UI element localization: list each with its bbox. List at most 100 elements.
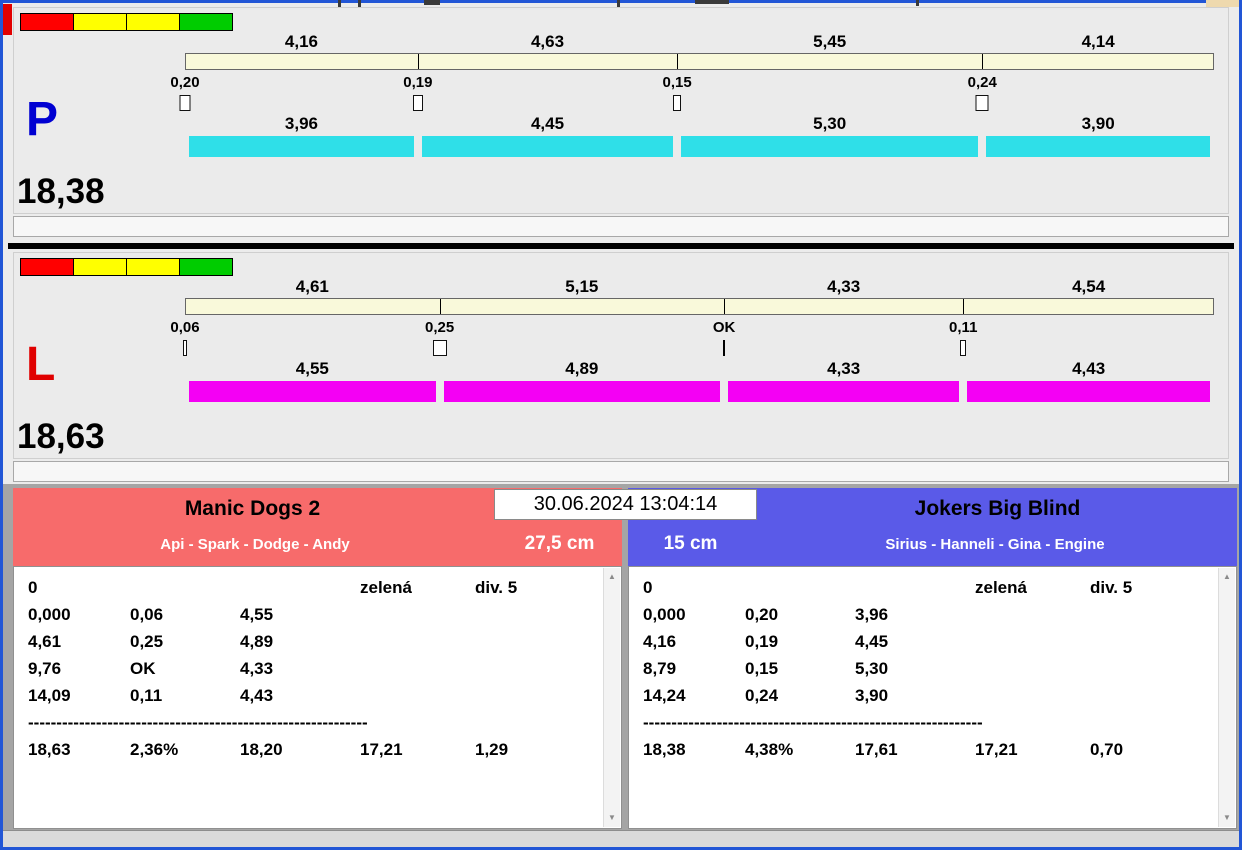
cell: 0,11 bbox=[130, 686, 163, 705]
team-results: 0 zelená div. 5 0,000 0,20 3,96 4,16 0,1… bbox=[628, 566, 1237, 829]
cell: 18,38 bbox=[643, 740, 686, 759]
exchange-marker bbox=[723, 340, 726, 356]
split-scale-bar bbox=[185, 53, 1214, 70]
legend-swatch bbox=[20, 258, 74, 276]
lower-split-time: 4,45 bbox=[530, 114, 565, 133]
cell: 18,20 bbox=[240, 740, 283, 759]
team-subheader: 15 cm Sirius - Hanneli - Gina - Engine bbox=[628, 528, 1237, 560]
table-row: 0 zelená div. 5 bbox=[629, 574, 1236, 601]
cell: 0,000 bbox=[28, 605, 71, 624]
lane-bar-area: 4,16 0,20 3,96 4,63 0,19 4,45 5,45 0,15 5,30 4,14… bbox=[170, 8, 1214, 213]
scale-divider bbox=[440, 299, 442, 314]
cell: 0,19 bbox=[745, 632, 779, 651]
table-row: 14,09 0,11 4,43 bbox=[14, 682, 621, 709]
upper-split-time: 4,63 bbox=[530, 32, 565, 51]
exchange-time: 0,24 bbox=[967, 74, 997, 91]
exchange-marker bbox=[412, 95, 423, 111]
legend-swatch bbox=[73, 258, 127, 276]
lower-split-time: 4,55 bbox=[295, 359, 329, 378]
table-row: 0 zelená div. 5 bbox=[14, 574, 621, 601]
legend-swatch bbox=[20, 13, 74, 31]
scroll-up-icon[interactable]: ▲ bbox=[604, 569, 620, 585]
scrollbar[interactable]: ▲ ▼ bbox=[603, 568, 620, 827]
exchange-time: 0,19 bbox=[403, 74, 433, 91]
scale-divider bbox=[724, 299, 726, 314]
upper-split-time: 4,33 bbox=[827, 277, 861, 296]
cell: 5,30 bbox=[855, 659, 889, 678]
run-bar-segment bbox=[443, 381, 721, 402]
bottom-status-strip bbox=[3, 830, 1239, 847]
cell: 1,29 bbox=[475, 740, 509, 759]
lane-panel-p: P 18,38 4,16 0,20 3,96 4,63 0,19 4,45 5,45 0,15… bbox=[13, 7, 1229, 214]
cell: 3,90 bbox=[855, 686, 889, 705]
cell: 3,96 bbox=[855, 605, 889, 624]
cell: 18,63 bbox=[28, 740, 71, 759]
team-members: Api - Spark - Dodge - Andy bbox=[160, 535, 350, 553]
cell: 9,76 bbox=[28, 659, 62, 678]
exchange-time: OK bbox=[712, 319, 736, 336]
team-subheader: Api - Spark - Dodge - Andy 27,5 cm bbox=[13, 528, 622, 560]
lane-total-time: 18,63 bbox=[17, 417, 105, 456]
background-window-fragment bbox=[916, 0, 919, 6]
scroll-up-icon[interactable]: ▲ bbox=[1219, 569, 1235, 585]
cell: div. 5 bbox=[475, 578, 518, 597]
team-members: Sirius - Hanneli - Gina - Engine bbox=[885, 535, 1105, 553]
cell: 0,000 bbox=[643, 605, 686, 624]
scale-divider bbox=[418, 54, 420, 69]
table-row: 0,000 0,20 3,96 bbox=[629, 601, 1236, 628]
lower-split-time: 5,30 bbox=[813, 114, 847, 133]
lane-panel-l: L 18,63 4,61 0,06 4,55 5,15 0,25 4,89 4,33 OK 4,… bbox=[13, 252, 1229, 459]
upper-split-time: 4,16 bbox=[284, 32, 318, 51]
cell: zelená bbox=[360, 578, 412, 597]
lane-total-time: 18,38 bbox=[17, 172, 105, 211]
exchange-time: 0,15 bbox=[662, 74, 692, 91]
cell: 8,79 bbox=[643, 659, 677, 678]
cell: 14,09 bbox=[28, 686, 71, 705]
jump-height-label: 27,5 cm bbox=[524, 533, 595, 554]
lower-split-time: 3,96 bbox=[284, 114, 318, 133]
run-bar-segment bbox=[189, 381, 436, 402]
scrollbar[interactable]: ▲ ▼ bbox=[1218, 568, 1235, 827]
background-window-fragment bbox=[695, 0, 729, 4]
team-card-right: Jokers Big Blind 15 cm Sirius - Hanneli … bbox=[628, 488, 1237, 829]
legend-swatch bbox=[126, 258, 180, 276]
cell: 17,21 bbox=[975, 740, 1018, 759]
run-bar-segment bbox=[681, 136, 979, 157]
table-row: 8,79 0,15 5,30 bbox=[629, 655, 1236, 682]
cell: 4,33 bbox=[240, 659, 274, 678]
cell: 4,61 bbox=[28, 632, 62, 651]
exchange-marker bbox=[975, 95, 989, 111]
background-window-fragment bbox=[358, 0, 361, 7]
separator-row: ----------------------------------------… bbox=[28, 713, 368, 732]
exchange-time: 0,11 bbox=[949, 319, 978, 336]
table-row: 9,76 OK 4,33 bbox=[14, 655, 621, 682]
scale-divider bbox=[677, 54, 679, 69]
legend-swatch bbox=[126, 13, 180, 31]
legend-swatch bbox=[73, 13, 127, 31]
cell: 0,25 bbox=[130, 632, 164, 651]
lane-label: L bbox=[26, 338, 56, 391]
lower-split-time: 4,43 bbox=[1072, 359, 1106, 378]
exchange-marker bbox=[673, 95, 682, 111]
cell: 4,38% bbox=[745, 740, 794, 759]
exchange-marker bbox=[179, 95, 191, 111]
team-results: 0 zelená div. 5 0,000 0,06 4,55 4,61 0,2… bbox=[13, 566, 622, 829]
exchange-marker bbox=[432, 340, 447, 356]
team-card-left: Manic Dogs 2 Api - Spark - Dodge - Andy … bbox=[13, 488, 622, 829]
upper-split-time: 4,54 bbox=[1072, 277, 1106, 296]
background-window-fragment bbox=[617, 0, 620, 7]
table-row: 14,24 0,24 3,90 bbox=[629, 682, 1236, 709]
cell: 0 bbox=[28, 578, 38, 597]
lower-split-time: 4,33 bbox=[827, 359, 861, 378]
jump-height-label: 15 cm bbox=[663, 533, 718, 554]
cell: OK bbox=[130, 659, 156, 678]
cell: 4,16 bbox=[643, 632, 677, 651]
lower-split-time: 4,89 bbox=[565, 359, 599, 378]
scroll-down-icon[interactable]: ▼ bbox=[1219, 810, 1235, 826]
run-bar-segment bbox=[967, 381, 1210, 402]
scroll-down-icon[interactable]: ▼ bbox=[604, 810, 620, 826]
timestamp: 30.06.2024 13:04:14 bbox=[494, 489, 757, 520]
lane-divider bbox=[8, 243, 1234, 249]
cell: 0 bbox=[643, 578, 653, 597]
cell: 17,21 bbox=[360, 740, 403, 759]
